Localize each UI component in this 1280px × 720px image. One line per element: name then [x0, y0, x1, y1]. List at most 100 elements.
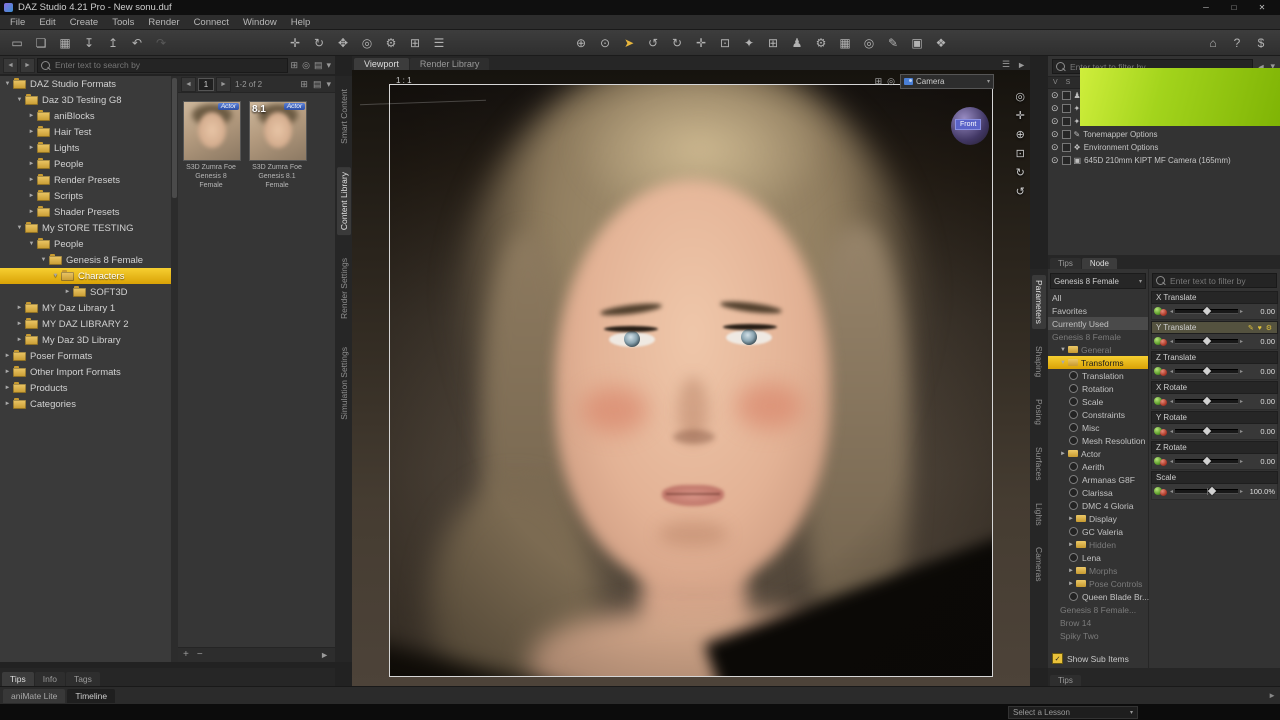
expand-arrow-icon[interactable]: ►: [15, 337, 24, 343]
tree-item-lights[interactable]: ► Lights: [0, 140, 178, 156]
visibility-eye-icon[interactable]: ⊙: [1051, 104, 1059, 113]
lesson-selector[interactable]: Select a Lesson ▾: [1008, 706, 1138, 719]
visibility-eye-icon[interactable]: ⊙: [1051, 156, 1059, 165]
slider-handle[interactable]: [1202, 366, 1211, 376]
param-item-aerith[interactable]: Aerith: [1048, 460, 1148, 473]
option-radio-icon[interactable]: [1069, 488, 1078, 497]
slider-increment-icon[interactable]: ▸: [1240, 338, 1243, 345]
new-file-tool[interactable]: ▭: [6, 33, 28, 53]
render-tool-tool[interactable]: ▣: [906, 33, 928, 53]
timeline-expand-icon[interactable]: ►: [1268, 691, 1276, 700]
expand-arrow-icon[interactable]: ►: [27, 113, 36, 119]
option-radio-icon[interactable]: [1069, 397, 1078, 406]
draw-style-icon[interactable]: ◎: [887, 76, 895, 87]
tree-item-products[interactable]: ► Products: [0, 380, 178, 396]
slider-track[interactable]: [1175, 336, 1238, 346]
tree-item-other-import-formats[interactable]: ► Other Import Formats: [0, 364, 178, 380]
menu-render[interactable]: Render: [141, 17, 186, 28]
tree-item-daz-3d-testing-g8[interactable]: ▼ Daz 3D Testing G8: [0, 92, 178, 108]
expand-arrow-icon[interactable]: ►: [27, 161, 36, 167]
menu-window[interactable]: Window: [236, 17, 284, 28]
menu-create[interactable]: Create: [63, 17, 106, 28]
selection-checkbox-icon[interactable]: [1061, 130, 1071, 139]
selection-checkbox-icon[interactable]: [1061, 143, 1071, 152]
option-radio-icon[interactable]: [1069, 475, 1078, 484]
dock-tab-content-library[interactable]: Content Library: [336, 166, 351, 235]
collapse-arrow-icon[interactable]: ▼: [15, 225, 24, 231]
page-next-button[interactable]: ►: [216, 76, 231, 92]
selection-checkbox-icon[interactable]: [1061, 91, 1071, 100]
grid-toggle-tool[interactable]: ☰: [428, 33, 450, 53]
option-radio-icon[interactable]: [1069, 462, 1078, 471]
thumb-size-grid-icon[interactable]: ⊞: [299, 79, 309, 90]
collapse-arrow-icon[interactable]: ▼: [1060, 360, 1068, 366]
store-tool[interactable]: $: [1250, 33, 1272, 53]
slider-handle[interactable]: [1202, 306, 1211, 316]
expand-arrow-icon[interactable]: ►: [27, 129, 36, 135]
param-item-armanas-g8f[interactable]: Armanas G8F: [1048, 473, 1148, 486]
library-search-input[interactable]: [53, 59, 284, 71]
expand-arrow-icon[interactable]: ►: [27, 209, 36, 215]
aim-tool[interactable]: ✦: [738, 33, 760, 53]
expand-arrow-icon[interactable]: ►: [63, 289, 72, 295]
collapse-arrow-icon[interactable]: ▼: [15, 97, 24, 103]
reset-camera-icon[interactable]: ↺: [1016, 187, 1025, 198]
view-navigation-cube[interactable]: Front: [950, 106, 990, 146]
param-item-pose-controls[interactable]: ► Pose Controls: [1048, 577, 1148, 590]
tree-item-soft3d[interactable]: ► SOFT3D: [0, 284, 178, 300]
param-item-general[interactable]: ▼ General: [1048, 343, 1148, 356]
show-sub-items-toggle[interactable]: ✓ Show Sub Items: [1052, 653, 1129, 664]
pane-expand-icon[interactable]: ►: [1016, 60, 1027, 70]
slider-increment-icon[interactable]: ▸: [1240, 398, 1243, 405]
rotate-tool[interactable]: ↺: [642, 33, 664, 53]
tree-item-my-store-testing[interactable]: ▼ My STORE TESTING: [0, 220, 178, 236]
parameter-filter-input[interactable]: [1168, 274, 1273, 287]
tree-item-categories[interactable]: ► Categories: [0, 396, 178, 412]
undo-tool[interactable]: ↶: [126, 33, 148, 53]
param-item-rotation[interactable]: Rotation: [1048, 382, 1148, 395]
tree-item-poser-formats[interactable]: ► Poser Formats: [0, 348, 178, 364]
param-item-gc-valeria[interactable]: GC Valeria: [1048, 525, 1148, 538]
slider-handle[interactable]: [1202, 456, 1211, 466]
scene-item-environment-options[interactable]: ⊙ ❖ Environment Options: [1048, 141, 1280, 154]
slider-increment-icon[interactable]: ▸: [1240, 368, 1243, 375]
slider-decrement-icon[interactable]: ◂: [1170, 428, 1173, 435]
param-item-hidden[interactable]: ► Hidden: [1048, 538, 1148, 551]
tree-item-scripts[interactable]: ► Scripts: [0, 188, 178, 204]
page-previous-button[interactable]: ◄: [181, 76, 196, 92]
visibility-eye-icon[interactable]: ⊙: [1051, 143, 1059, 152]
selection-checkbox-icon[interactable]: [1061, 117, 1071, 126]
doc-tab-tags[interactable]: Tags: [65, 672, 100, 686]
visibility-eye-icon[interactable]: ⊙: [1051, 91, 1059, 100]
dock-tab-surfaces[interactable]: Surfaces: [1032, 442, 1046, 486]
scene-tab-node[interactable]: Node: [1081, 258, 1117, 269]
layout-tool-tool[interactable]: ▦: [834, 33, 856, 53]
import-tool[interactable]: ↧: [78, 33, 100, 53]
option-radio-icon[interactable]: [1069, 436, 1078, 445]
tree-item-render-presets[interactable]: ► Render Presets: [0, 172, 178, 188]
slider-track[interactable]: [1175, 396, 1238, 406]
param-item-genesis-8-female[interactable]: Genesis 8 Female: [1048, 330, 1148, 343]
option-radio-icon[interactable]: [1069, 501, 1078, 510]
frame-camera-icon[interactable]: ⊡: [1016, 149, 1025, 160]
tree-item-genesis-8-female[interactable]: ▼ Genesis 8 Female: [0, 252, 178, 268]
slider-decrement-icon[interactable]: ◂: [1170, 488, 1173, 495]
expand-arrow-icon[interactable]: ►: [1068, 581, 1076, 587]
expand-arrow-icon[interactable]: ►: [1060, 451, 1068, 457]
node-tool-tool[interactable]: ✛: [284, 33, 306, 53]
option-radio-icon[interactable]: [1069, 592, 1078, 601]
param-item-brow-14[interactable]: Brow 14: [1048, 616, 1148, 629]
orbit-camera-icon[interactable]: ◎: [1015, 92, 1025, 103]
expand-arrow-icon[interactable]: ►: [1068, 516, 1076, 522]
slider-increment-icon[interactable]: ▸: [1240, 458, 1243, 465]
slider-track[interactable]: [1175, 456, 1238, 466]
annotate-tool-tool[interactable]: ✎: [882, 33, 904, 53]
geometry-editor-tool[interactable]: ⊙: [594, 33, 616, 53]
library-view-list-icon[interactable]: ▤: [313, 60, 324, 71]
pan-camera-icon[interactable]: ✛: [1016, 111, 1025, 122]
tree-item-hair-test[interactable]: ► Hair Test: [0, 124, 178, 140]
close-button[interactable]: ✕: [1248, 0, 1276, 15]
slider-handle[interactable]: [1207, 486, 1216, 496]
param-item-lena[interactable]: Lena: [1048, 551, 1148, 564]
selection-checkbox-icon[interactable]: [1061, 104, 1071, 113]
